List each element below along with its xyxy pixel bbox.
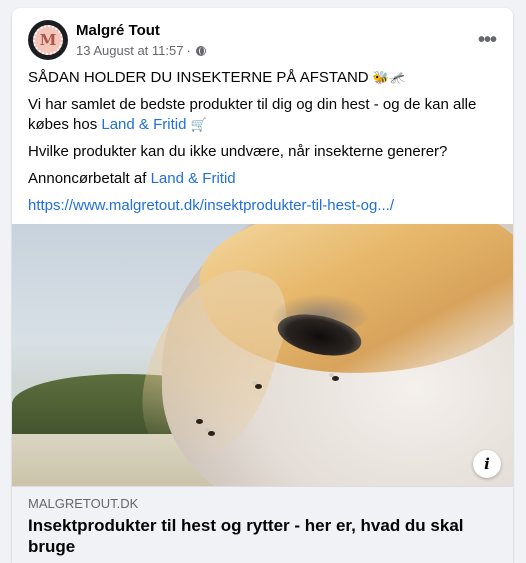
globe-icon: [195, 45, 206, 56]
info-icon[interactable]: i: [473, 450, 501, 478]
link-title[interactable]: Insektprodukter til hest og rytter - her…: [28, 515, 497, 557]
cart-emoji: 🛒: [190, 117, 207, 132]
meta-separator: ·: [186, 43, 191, 58]
post-text: SÅDAN HOLDER DU INSEKTERNE PÅ AFSTAND 🐝🦟…: [28, 68, 497, 223]
headline-text: SÅDAN HOLDER DU INSEKTERNE PÅ AFSTAND: [28, 69, 369, 86]
post-card: M Malgré Tout 13 August at 11:57 · ••• S…: [12, 8, 513, 563]
fly-icon: [193, 416, 203, 424]
fly-icon: [205, 428, 215, 436]
land-fritid-link[interactable]: Land & Fritid: [101, 116, 186, 133]
more-options-icon[interactable]: •••: [471, 24, 503, 56]
post-headline: SÅDAN HOLDER DU INSEKTERNE PÅ AFSTAND 🐝🦟: [28, 68, 497, 88]
avatar[interactable]: M: [28, 20, 68, 60]
post-question: Hvilke produkter kan du ikke undvære, nå…: [28, 143, 448, 160]
post-url: https://www.malgretout.dk/insektprodukte…: [28, 196, 497, 216]
link-preview[interactable]: MALGRETOUT.DK Insektprodukter til hest o…: [12, 486, 513, 563]
post-sponsored: Annoncørbetalt af Land & Fritid: [28, 169, 497, 189]
bee-mosquito-emoji: 🐝🦟: [372, 70, 406, 85]
sponsor-link[interactable]: Land & Fritid: [151, 170, 236, 187]
sponsored-prefix: Annoncørbetalt af: [28, 170, 147, 187]
page-name-link[interactable]: Malgré Tout: [76, 22, 160, 39]
post-line-shop: Vi har samlet de bedste produkter til di…: [28, 95, 497, 135]
fly-icon: [252, 381, 262, 389]
post-image[interactable]: i: [12, 224, 513, 486]
post-header: M Malgré Tout 13 August at 11:57 · •••: [28, 20, 497, 60]
article-url-link[interactable]: https://www.malgretout.dk/insektprodukte…: [28, 197, 394, 214]
post-timestamp[interactable]: 13 August at 11:57: [76, 43, 183, 58]
post-meta: 13 August at 11:57 ·: [76, 43, 206, 58]
avatar-logo: M: [33, 25, 63, 55]
fly-icon: [329, 373, 339, 381]
shop-text: Vi har samlet de bedste produkter til di…: [28, 96, 477, 133]
link-domain: MALGRETOUT.DK: [28, 496, 139, 511]
